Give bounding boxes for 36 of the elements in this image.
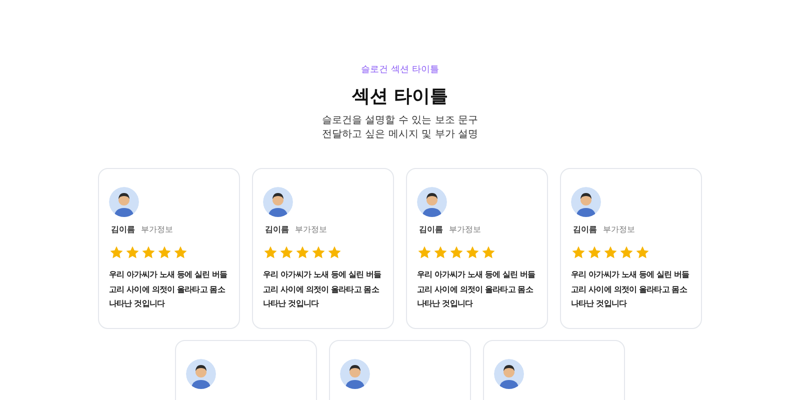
slogan: 슬로건 섹션 타이틀 — [360, 64, 440, 76]
reviewer-info: 부가정보 — [603, 224, 635, 235]
star-icon — [173, 245, 188, 260]
star-icon — [327, 245, 342, 260]
reviewer-info: 부가정보 — [295, 224, 327, 235]
star-icon — [295, 245, 310, 260]
review-text: 우리 아가씨가 노새 등에 실린 버들고리 사이에 의젓이 올라타고 몸소 나타난 것입니다 — [417, 269, 536, 310]
reviewer-info: 부가정보 — [141, 224, 173, 235]
reviewer-name: 김이름 — [265, 224, 289, 235]
star-icon — [619, 245, 634, 260]
star-icon — [603, 245, 618, 260]
subtitle: 슬로건을 설명할 수 있는 보조 문구 — [321, 114, 479, 128]
star-icon — [157, 245, 172, 260]
review-text: 우리 아가씨가 노새 등에 실린 버들고리 사이에 의젓이 올라타고 몸소 나타난 것입니다 — [109, 269, 228, 310]
star-icon — [311, 245, 326, 260]
star-icon — [279, 245, 294, 260]
subtitle: 전달하고 싶은 메시지 및 부가 설명 — [321, 128, 479, 142]
star-icon — [571, 245, 586, 260]
star-icon — [587, 245, 602, 260]
reviewer-name: 김이름 — [573, 224, 597, 235]
review-text: 우리 아가씨가 노새 등에 실린 버들고리 사이에 의젓이 올라타고 몸소 나타난 것입니다 — [571, 269, 690, 310]
star-icon — [449, 245, 464, 260]
star-icon — [481, 245, 496, 260]
star-icon — [141, 245, 156, 260]
reviewer-info: 부가정보 — [449, 224, 481, 235]
star-icon — [263, 245, 278, 260]
reviewer-name: 김이름 — [111, 224, 135, 235]
star-icon — [465, 245, 480, 260]
section-title: 섹션 타이틀 — [350, 86, 450, 108]
star-icon — [433, 245, 448, 260]
star-icon — [109, 245, 124, 260]
reviewer-name: 김이름 — [419, 224, 443, 235]
review-text: 우리 아가씨가 노새 등에 실린 버들고리 사이에 의젓이 올라타고 몸소 나타난 것입니다 — [263, 269, 382, 310]
star-icon — [417, 245, 432, 260]
star-icon — [125, 245, 140, 260]
star-icon — [635, 245, 650, 260]
